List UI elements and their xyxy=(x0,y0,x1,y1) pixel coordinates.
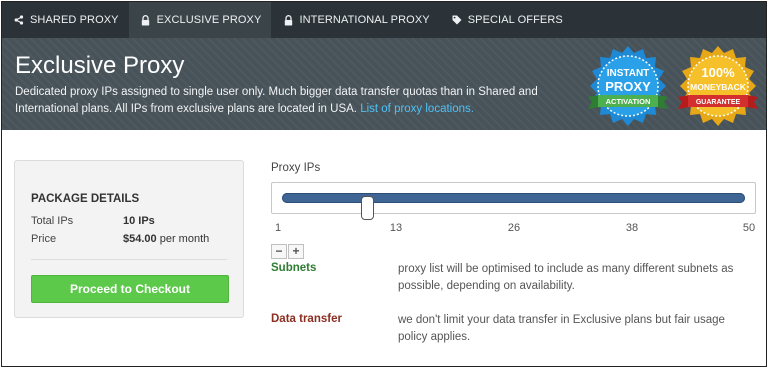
badge-ribbon: ACTIVATION xyxy=(606,97,651,106)
price-value: $54.00 per month xyxy=(123,233,209,245)
page-frame: SHARED PROXY EXCLUSIVE PROXY INTERNATION… xyxy=(1,1,767,367)
slider-tick: 13 xyxy=(389,222,403,234)
share-icon xyxy=(14,14,24,26)
nav-label: INTERNATIONAL PROXY xyxy=(299,14,430,26)
divider xyxy=(31,259,227,260)
slider-tick: 1 xyxy=(274,222,282,234)
nav-label: EXCLUSIVE PROXY xyxy=(156,14,262,26)
decrement-button[interactable]: − xyxy=(271,244,287,259)
slider-label: Proxy IPs xyxy=(271,162,321,174)
badge-line1: 100% xyxy=(701,65,735,80)
badge-ribbon: GUARANTEE xyxy=(696,99,741,106)
tag-icon xyxy=(452,14,462,26)
nav-label: SPECIAL OFFERS xyxy=(467,14,563,26)
checkout-button[interactable]: Proceed to Checkout xyxy=(31,275,229,303)
feature-title-data-transfer: Data transfer xyxy=(271,313,342,325)
feature-desc-subnets: proxy list will be optimised to include … xyxy=(398,263,734,292)
slider-tick: 38 xyxy=(625,222,639,234)
nav-label: SHARED PROXY xyxy=(30,14,119,26)
price-label: Price xyxy=(31,233,57,245)
slider-tick: 26 xyxy=(507,222,521,234)
price-period: per month xyxy=(159,233,210,245)
slider-handle[interactable] xyxy=(361,196,375,220)
increment-button[interactable]: + xyxy=(288,244,304,259)
badge-line1: INSTANT xyxy=(607,68,650,79)
nav-item-international-proxy[interactable]: INTERNATIONAL PROXY xyxy=(271,2,439,38)
top-nav: SHARED PROXY EXCLUSIVE PROXY INTERNATION… xyxy=(2,2,766,38)
total-ips-value: 10 IPs xyxy=(123,215,155,227)
lock-icon xyxy=(141,14,151,26)
price-amount: $54.00 xyxy=(123,233,157,245)
package-title: PACKAGE DETAILS xyxy=(31,193,140,205)
badge-line2: PROXY xyxy=(605,79,651,94)
total-ips-number: 10 IPs xyxy=(123,215,155,227)
slider-tick: 50 xyxy=(742,222,756,234)
instant-proxy-badge: INSTANT PROXY ACTIVATION xyxy=(588,46,668,126)
main-content: PACKAGE DETAILS Total IPs 10 IPs Price $… xyxy=(2,130,766,366)
proxy-ips-slider[interactable] xyxy=(271,182,756,220)
slider-track[interactable] xyxy=(282,193,745,220)
nav-item-exclusive-proxy[interactable]: EXCLUSIVE PROXY xyxy=(128,2,272,38)
nav-item-special-offers[interactable]: SPECIAL OFFERS xyxy=(440,2,573,38)
page-header: Exclusive Proxy Dedicated proxy IPs assi… xyxy=(2,38,766,130)
total-ips-label: Total IPs xyxy=(31,215,74,227)
feature-title-subnets: Subnets xyxy=(271,262,317,274)
moneyback-guarantee-badge: 100% MONEYBACK GUARANTEE xyxy=(678,46,758,126)
package-details-panel: PACKAGE DETAILS Total IPs 10 IPs Price $… xyxy=(14,160,244,318)
page-title: Exclusive Proxy xyxy=(15,52,185,79)
quantity-stepper: − + xyxy=(271,244,304,259)
nav-item-shared-proxy[interactable]: SHARED PROXY xyxy=(2,2,129,38)
lock-icon xyxy=(283,14,293,26)
feature-desc-data-transfer: we don't limit your data transfer in Exc… xyxy=(398,314,725,343)
proxy-locations-link[interactable]: List of proxy locations. xyxy=(360,103,474,115)
page-description: Dedicated proxy IPs assigned to single u… xyxy=(15,84,575,118)
badge-line2: MONEYBACK xyxy=(690,82,747,92)
